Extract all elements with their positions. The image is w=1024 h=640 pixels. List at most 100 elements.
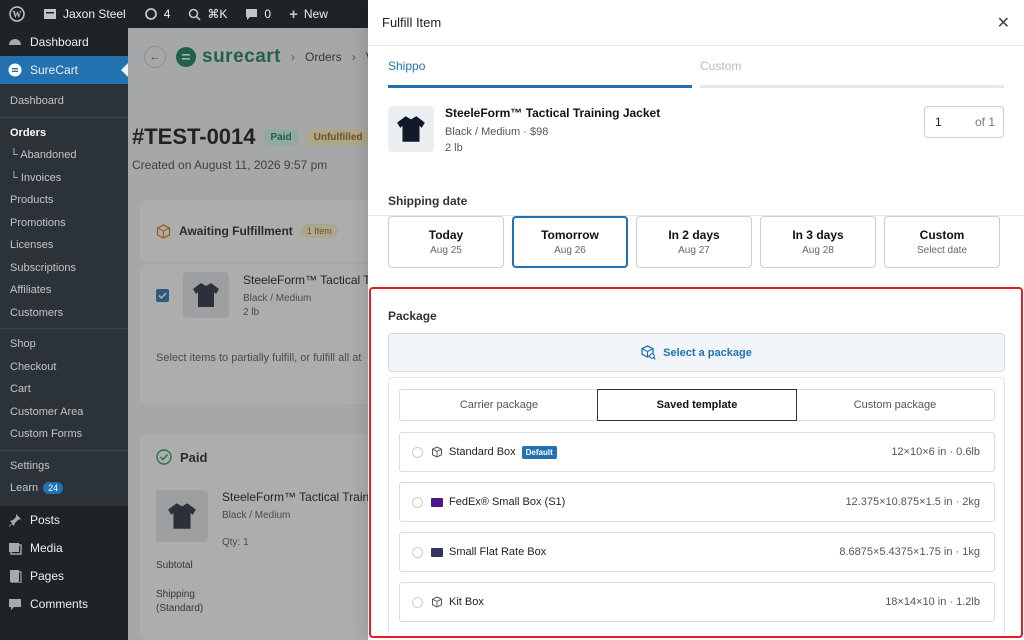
sidebar-item-cart[interactable]: Cart xyxy=(0,378,128,401)
svg-text:W: W xyxy=(13,10,22,20)
shortcut-label: ⌘K xyxy=(207,7,228,21)
sidebar-item-licenses[interactable]: Licenses xyxy=(0,234,128,257)
tab-custom[interactable]: Custom xyxy=(700,46,1004,88)
surecart-submenu: Dashboard Orders └ Abandoned └ Invoices … xyxy=(0,84,128,506)
box-icon xyxy=(431,446,443,458)
sidebar-item-abandoned[interactable]: └ Abandoned xyxy=(0,144,128,167)
radio-button[interactable] xyxy=(412,446,423,458)
new-label: New xyxy=(303,7,328,21)
radio-button[interactable] xyxy=(412,546,423,558)
sidebar-item-customers[interactable]: Customers xyxy=(0,302,128,325)
tab-shippo[interactable]: Shippo xyxy=(388,46,692,88)
template-dimensions: 12×10×6 in · 0.6lb xyxy=(891,446,980,458)
dashboard-icon xyxy=(9,39,21,45)
shipping-date-label: Shipping date xyxy=(388,194,468,208)
radio-button[interactable] xyxy=(412,596,423,608)
template-name: FedEx® Small Box (S1) xyxy=(449,496,566,508)
radio-button[interactable] xyxy=(412,496,423,508)
box-icon xyxy=(431,596,443,608)
updates-count: 4 xyxy=(163,7,171,21)
package-label: Package xyxy=(388,309,437,323)
sidebar-item-dashboard[interactable]: Dashboard xyxy=(0,90,128,113)
panel-title: Fulfill Item xyxy=(382,15,442,30)
sidebar-item-customer-area[interactable]: Customer Area xyxy=(0,401,128,424)
template-option-small-flat-rate-box[interactable]: Small Flat Rate Box 8.6875×5.4375×1.75 i… xyxy=(399,532,995,572)
close-icon[interactable]: ✕ xyxy=(997,13,1010,33)
site-name: Jaxon Steel xyxy=(63,7,126,21)
sidebar-item-products[interactable]: Products xyxy=(0,189,128,212)
surecart-icon xyxy=(8,63,22,77)
comment-icon xyxy=(246,8,258,20)
select-package-button[interactable]: Select a package xyxy=(388,333,1005,372)
sidebar-item-affiliates[interactable]: Affiliates xyxy=(0,279,128,302)
pages-icon xyxy=(10,569,22,583)
updates-link[interactable]: 4 xyxy=(135,0,180,28)
quantity-input[interactable]: 1 of 1 xyxy=(924,106,1004,138)
search-icon xyxy=(189,8,201,21)
sidebar-item-checkout[interactable]: Checkout xyxy=(0,356,128,379)
menu-posts[interactable]: Posts xyxy=(0,506,128,534)
tab-carrier-package[interactable]: Carrier package xyxy=(400,390,598,420)
comments-link[interactable]: 0 xyxy=(236,0,280,28)
sidebar-item-orders[interactable]: Orders xyxy=(0,122,128,145)
template-dimensions: 12.375×10.875×1.5 in · 2kg xyxy=(845,496,980,508)
usps-icon xyxy=(431,546,443,558)
menu-dashboard[interactable]: Dashboard xyxy=(0,28,128,56)
quantity-of: of 1 xyxy=(974,115,995,129)
date-option-in-3-days[interactable]: In 3 days Aug 28 xyxy=(760,216,876,268)
template-name: Kit Box xyxy=(449,596,484,608)
refresh-icon xyxy=(144,8,157,20)
plus-icon: + xyxy=(289,5,298,23)
menu-pages[interactable]: Pages xyxy=(0,562,128,590)
pin-icon xyxy=(9,513,21,527)
date-option-custom[interactable]: Custom Select date xyxy=(884,216,1000,268)
product-weight: 2 lb xyxy=(445,142,463,154)
media-icon xyxy=(9,542,22,555)
menu-surecart[interactable]: SureCart xyxy=(0,56,128,84)
separator-dot: · xyxy=(523,126,530,138)
quantity-value: 1 xyxy=(935,115,942,129)
wp-logo-button[interactable]: W xyxy=(0,0,34,28)
divider xyxy=(0,449,128,451)
home-icon xyxy=(44,9,56,19)
comment-icon xyxy=(9,598,21,610)
date-option-today[interactable]: Today Aug 25 xyxy=(388,216,504,268)
jacket-icon xyxy=(397,116,425,142)
new-content-link[interactable]: + New xyxy=(280,0,337,28)
template-dimensions: 18×14×10 in · 1.2lb xyxy=(885,596,980,608)
template-option-kit-box[interactable]: Kit Box 18×14×10 in · 1.2lb xyxy=(399,582,995,622)
template-option-standard-box[interactable]: Standard Box Default 12×10×6 in · 0.6lb xyxy=(399,432,995,472)
template-option-fedex-small-box[interactable]: FedEx® Small Box (S1) 12.375×10.875×1.5 … xyxy=(399,482,995,522)
sidebar-item-learn[interactable]: Learn 24 xyxy=(0,477,128,500)
fulfill-item-panel: Fulfill Item ✕ Shippo Custom SteeleForm™… xyxy=(368,0,1024,640)
sidebar-item-settings[interactable]: Settings xyxy=(0,455,128,478)
carrier-tabs: Shippo Custom xyxy=(368,46,1024,88)
template-name: Standard Box xyxy=(449,446,516,458)
sidebar-item-subscriptions[interactable]: Subscriptions xyxy=(0,257,128,280)
default-badge: Default xyxy=(521,445,557,459)
admin-sidebar: Dashboard SureCart Dashboard Orders └ Ab… xyxy=(0,28,128,640)
select-package-label: Select a package xyxy=(663,346,752,359)
date-option-in-2-days[interactable]: In 2 days Aug 27 xyxy=(636,216,752,268)
panel-header: Fulfill Item ✕ xyxy=(368,0,1024,46)
sidebar-item-invoices[interactable]: └ Invoices xyxy=(0,167,128,190)
menu-media[interactable]: Media xyxy=(0,534,128,562)
tab-saved-template[interactable]: Saved template xyxy=(597,389,797,421)
sidebar-item-shop[interactable]: Shop xyxy=(0,333,128,356)
divider xyxy=(0,328,128,329)
template-dimensions: 8.6875×5.4375×1.75 in · 1kg xyxy=(839,546,980,558)
product-name: SteeleForm™ Tactical Training Jacket xyxy=(445,106,661,120)
comments-count: 0 xyxy=(264,7,272,21)
package-dropdown: Carrier package Saved template Custom pa… xyxy=(388,377,1005,635)
date-option-tomorrow[interactable]: Tomorrow Aug 26 xyxy=(512,216,628,268)
fedex-icon xyxy=(431,496,443,508)
learn-count-badge: 24 xyxy=(43,482,64,495)
command-palette-button[interactable]: ⌘K xyxy=(179,0,236,28)
sidebar-item-promotions[interactable]: Promotions xyxy=(0,212,128,235)
shipping-date-options: Today Aug 25 Tomorrow Aug 26 In 2 days A… xyxy=(388,216,1000,268)
sidebar-item-custom-forms[interactable]: Custom Forms xyxy=(0,423,128,446)
tab-custom-package[interactable]: Custom package xyxy=(796,390,994,420)
site-name-link[interactable]: Jaxon Steel xyxy=(34,0,135,28)
wordpress-icon: W xyxy=(9,6,25,22)
menu-comments[interactable]: Comments xyxy=(0,590,128,618)
